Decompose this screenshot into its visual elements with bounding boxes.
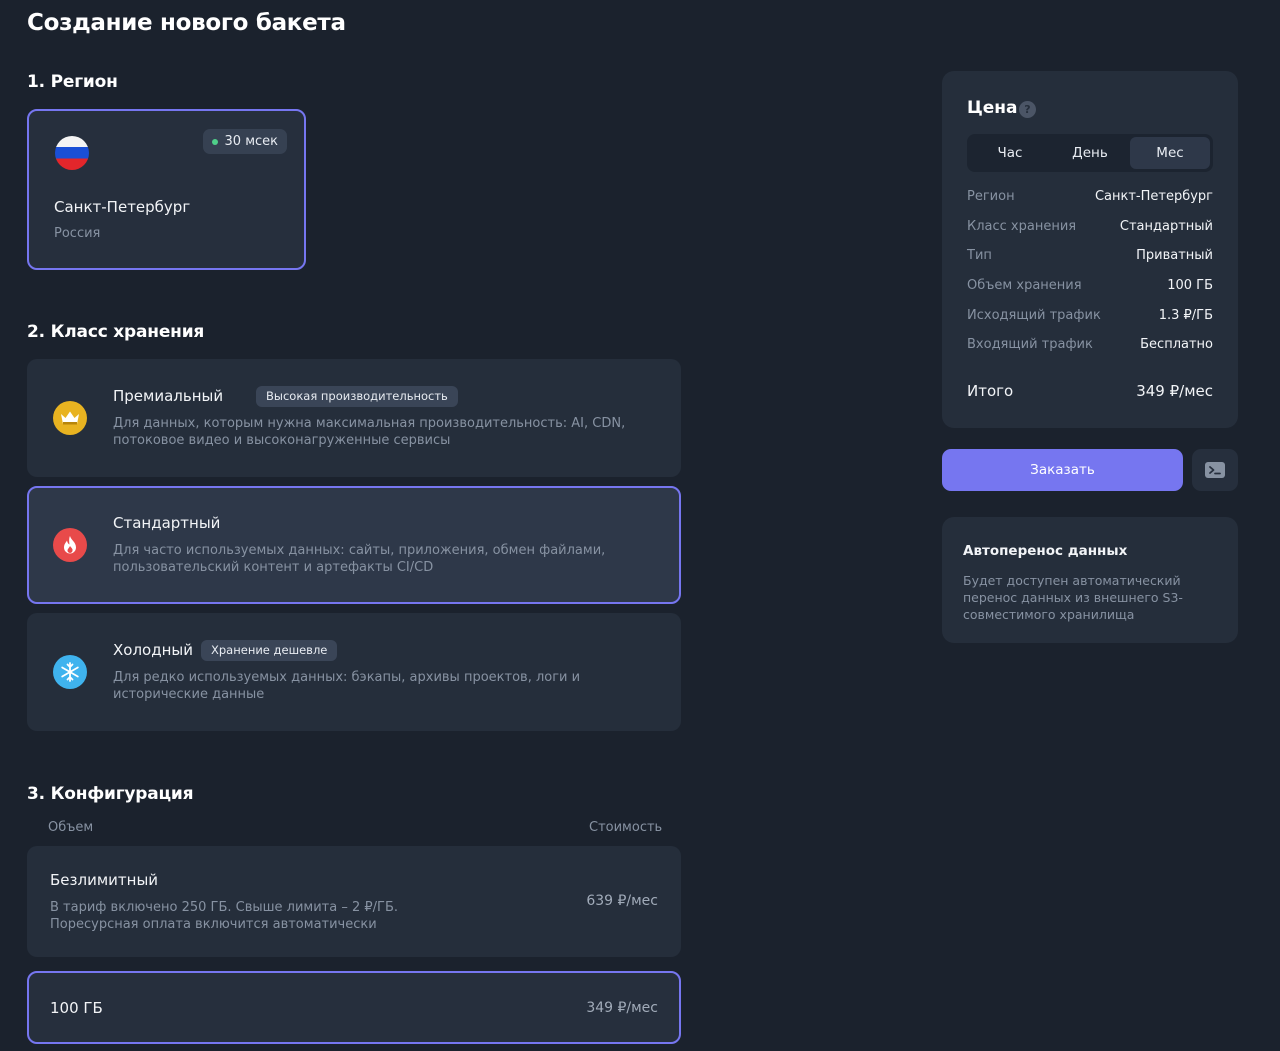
price-row-value: Приватный — [1136, 248, 1213, 263]
price-row-outgoing-traffic: Исходящий трафик 1.3 ₽/ГБ — [967, 308, 1213, 323]
column-header-cost: Стоимость — [589, 820, 663, 835]
crown-icon — [53, 401, 87, 435]
auto-transfer-title: Автоперенос данных — [963, 543, 1128, 559]
storage-class-section-title: 2. Класс хранения — [27, 322, 205, 342]
storage-class-description: Для редко используемых данных: бэкапы, а… — [113, 670, 581, 702]
config-name: Безлимитный — [50, 871, 159, 889]
help-icon[interactable]: ? — [1019, 101, 1036, 118]
price-row-storage-class: Класс хранения Стандартный — [967, 219, 1213, 234]
price-title: Цена — [967, 98, 1018, 118]
price-row-label: Объем хранения — [967, 278, 1082, 293]
price-row-label: Исходящий трафик — [967, 308, 1101, 323]
price-row-value: Санкт-Петербург — [1094, 189, 1213, 204]
auto-transfer-text: Будет доступен автоматический перенос да… — [963, 573, 1183, 622]
storage-class-name: Стандартный — [113, 514, 221, 532]
total-label: Итого — [967, 382, 1014, 400]
russia-flag-icon — [55, 136, 89, 170]
tab-month[interactable]: Мес — [1130, 137, 1210, 169]
config-name: 100 ГБ — [50, 999, 103, 1017]
total-value: 349 ₽/мес — [1136, 382, 1213, 400]
region-city: Санкт-Петербург — [54, 198, 191, 216]
storage-class-description: Для данных, которым нужна максимальная п… — [113, 416, 626, 448]
storage-class-description: Для часто используемых данных: сайты, пр… — [113, 543, 606, 575]
tab-hour[interactable]: Час — [970, 137, 1050, 169]
page-title: Создание нового бакета — [27, 10, 346, 36]
storage-class-premium[interactable]: Премиальный Высокая производительность Д… — [27, 359, 681, 477]
price-row-label: Класс хранения — [967, 219, 1077, 234]
billing-period-toggle: Час День Мес — [967, 134, 1213, 172]
price-panel: Цена ? Час День Мес Регион Санкт-Петербу… — [942, 71, 1238, 428]
price-row-incoming-traffic: Входящий трафик Бесплатно — [967, 337, 1213, 352]
region-section-title: 1. Регион — [27, 72, 118, 92]
config-description: В тариф включено 250 ГБ. Свыше лимита – … — [50, 899, 398, 933]
price-row-type: Тип Приватный — [967, 248, 1213, 263]
price-row-label: Входящий трафик — [967, 337, 1093, 352]
snowflake-icon — [53, 655, 87, 689]
latency-badge: 30 мсек — [202, 129, 287, 154]
config-price: 639 ₽/мес — [586, 893, 658, 909]
performance-badge: Высокая производительность — [256, 386, 458, 407]
price-row-value: 1.3 ₽/ГБ — [1158, 308, 1213, 323]
config-option-100gb[interactable]: 100 ГБ 349 ₽/мес — [27, 971, 681, 1044]
region-card-spb[interactable]: 30 мсек Санкт-Петербург Россия — [27, 109, 306, 270]
storage-class-name: Премиальный — [113, 387, 224, 405]
config-price: 349 ₽/мес — [586, 1000, 658, 1016]
price-row-label: Регион — [967, 189, 1015, 204]
price-row-label: Тип — [967, 248, 992, 263]
cheaper-storage-badge: Хранение дешевле — [201, 640, 338, 661]
status-dot-icon — [211, 139, 218, 145]
price-row-value: Стандартный — [1119, 219, 1213, 234]
terminal-icon — [1205, 462, 1225, 478]
column-header-volume: Объем — [48, 820, 94, 835]
price-row-region: Регион Санкт-Петербург — [967, 189, 1213, 204]
storage-class-cold[interactable]: Холодный Хранение дешевле Для редко испо… — [27, 613, 681, 731]
latency-value: 30 мсек — [224, 134, 278, 149]
config-description-line: В тариф включено 250 ГБ. Свыше лимита – … — [50, 900, 399, 915]
configuration-section-title: 3. Конфигурация — [27, 784, 194, 804]
flame-icon — [53, 528, 87, 562]
storage-class-standard[interactable]: Стандартный Для часто используемых данны… — [27, 486, 681, 604]
storage-class-name: Холодный — [113, 641, 193, 659]
price-row-value: 100 ГБ — [1167, 278, 1213, 293]
auto-transfer-card: Автоперенос данных Будет доступен автома… — [942, 517, 1238, 643]
region-country: Россия — [54, 226, 101, 241]
terminal-button[interactable] — [1192, 449, 1238, 491]
order-button[interactable]: Заказать — [942, 449, 1183, 491]
price-row-value: Бесплатно — [1140, 337, 1213, 352]
price-total: Итого 349 ₽/мес — [967, 382, 1213, 400]
price-row-volume: Объем хранения 100 ГБ — [967, 278, 1213, 293]
config-option-unlimited[interactable]: Безлимитный В тариф включено 250 ГБ. Свы… — [27, 846, 681, 957]
config-description-line: Поресурсная оплата включится автоматичес… — [50, 917, 377, 932]
tab-day[interactable]: День — [1050, 137, 1130, 169]
